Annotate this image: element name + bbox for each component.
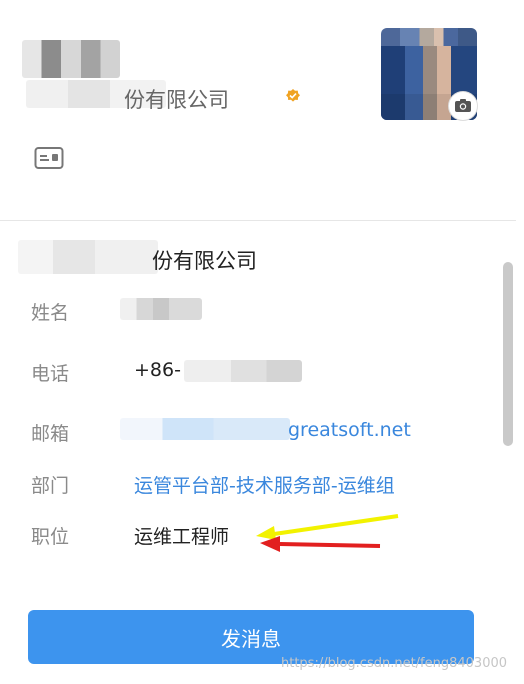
section-divider: [0, 220, 516, 221]
phone-redacted: [184, 360, 302, 382]
department-value[interactable]: 运管平台部-技术服务部-运维组: [134, 471, 395, 498]
position-value: 运维工程师: [134, 526, 230, 548]
phone-prefix: +86-: [134, 359, 181, 381]
company-name-header: 份有限公司: [124, 88, 229, 112]
camera-icon[interactable]: [449, 92, 477, 120]
vertical-scrollbar[interactable]: [503, 262, 513, 446]
company-redacted: [18, 240, 158, 274]
email-domain[interactable]: greatsoft.net: [288, 419, 411, 441]
company-name: 份有限公司: [152, 249, 257, 273]
email-redacted: [120, 418, 290, 440]
verified-badge-icon: [286, 89, 300, 102]
red-arrow-annotation: [260, 536, 381, 552]
name-value-redacted: [120, 298, 202, 320]
department-label: 部门: [31, 475, 70, 497]
phone-label: 电话: [31, 363, 70, 385]
name-redacted: [22, 40, 120, 78]
name-label: 姓名: [31, 302, 70, 324]
watermark: https://blog.csdn.net/feng8403000: [281, 656, 508, 671]
id-card-icon[interactable]: [34, 146, 64, 170]
position-label: 职位: [31, 526, 70, 548]
email-label: 邮箱: [31, 423, 70, 445]
